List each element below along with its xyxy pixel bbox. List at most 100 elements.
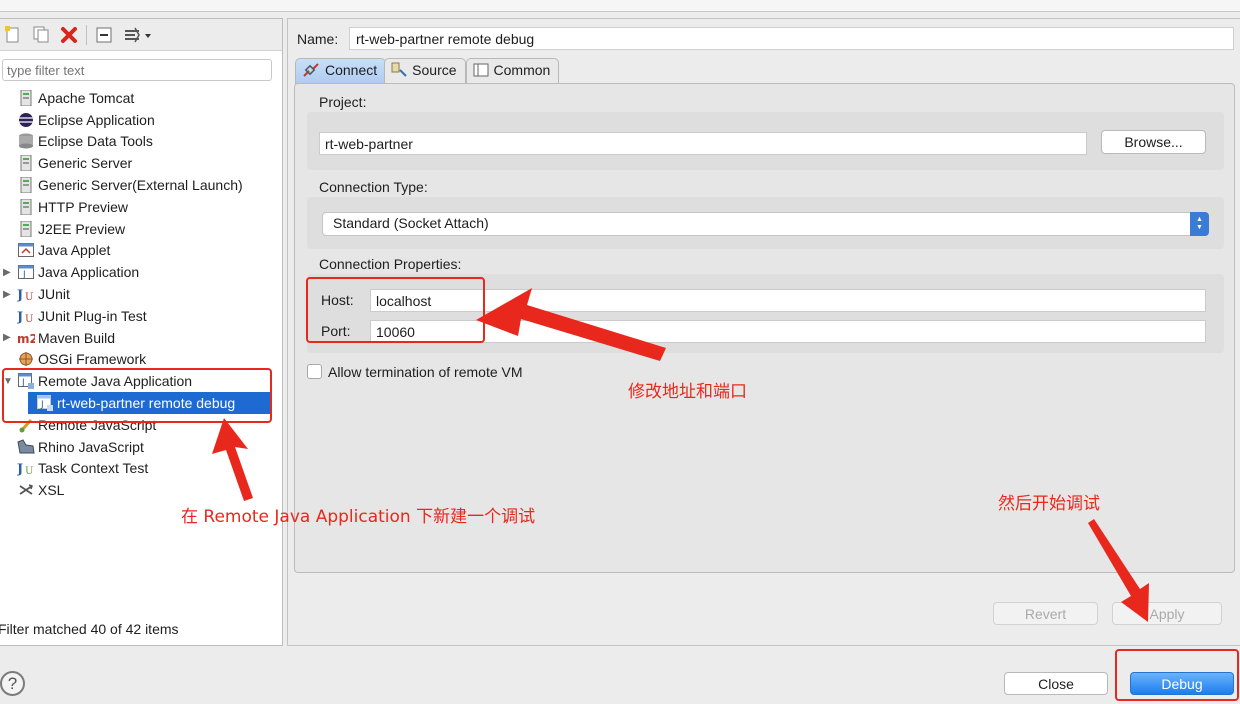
tree-item-label: Eclipse Data Tools <box>38 133 153 150</box>
browse-button[interactable]: Browse... <box>1101 130 1206 154</box>
tree-item-java-application[interactable]: ▶ J Java Application <box>0 261 282 283</box>
tree-item-label: Rhino JavaScript <box>38 438 144 455</box>
port-input[interactable] <box>370 320 1206 343</box>
server-icon <box>17 177 35 194</box>
tree-item-label: Maven Build <box>38 329 116 346</box>
applet-icon <box>17 242 35 258</box>
tab-connect[interactable]: Connect <box>295 58 387 84</box>
host-input[interactable] <box>370 289 1206 312</box>
expand-arrow-icon[interactable]: ▶ <box>3 332 13 343</box>
revert-button[interactable]: Revert <box>993 602 1098 625</box>
tree-item-eclipse-application[interactable]: Eclipse Application <box>0 109 282 131</box>
config-tabs: Connect Source Common <box>295 58 560 84</box>
tab-label: Common <box>493 62 551 78</box>
expand-arrow-icon[interactable]: ▶ <box>3 267 13 278</box>
duplicate-icon[interactable] <box>30 24 52 46</box>
junit-icon: JU <box>17 286 35 302</box>
junit-plugin-icon: JU <box>17 308 35 324</box>
tree-item-label: JUnit Plug-in Test <box>38 307 147 324</box>
project-group: Browse... <box>307 112 1224 170</box>
annotation-box-tree <box>2 368 272 423</box>
tree-item-label: Java Applet <box>38 242 111 259</box>
apply-button[interactable]: Apply <box>1112 602 1222 625</box>
window-top-strip <box>0 0 1240 12</box>
tree-item-label: Eclipse Application <box>38 111 155 128</box>
connect-icon <box>302 62 320 81</box>
tree-item-generic-server-external[interactable]: Generic Server(External Launch) <box>0 174 282 196</box>
svg-text:J: J <box>17 310 23 324</box>
allow-termination-label: Allow termination of remote VM <box>328 364 523 380</box>
osgi-icon <box>17 351 35 367</box>
annotation-create-under-remote: 在 Remote Java Application 下新建一个调试 <box>181 507 536 527</box>
tree-item-label: HTTP Preview <box>38 198 128 215</box>
svg-text:U: U <box>25 292 33 302</box>
annotation-modify-host-port: 修改地址和端口 <box>628 382 747 402</box>
name-input[interactable] <box>349 27 1234 50</box>
task-icon: JU <box>17 460 35 476</box>
tree-item-junit-plugin-test[interactable]: JU JUnit Plug-in Test <box>0 305 282 327</box>
allow-termination-checkbox[interactable] <box>307 364 322 379</box>
chevron-updown-icon: ▲ ▼ <box>1190 212 1209 236</box>
tree-item-label: OSGi Framework <box>38 351 147 368</box>
tree-item-junit[interactable]: ▶ JU JUnit <box>0 283 282 305</box>
config-tree: Apache Tomcat Eclipse Application Eclips… <box>0 87 282 501</box>
tree-item-label: Java Application <box>38 264 140 281</box>
config-type-panel: Apache Tomcat Eclipse Application Eclips… <box>0 18 283 646</box>
tree-item-j2ee-preview[interactable]: J2EE Preview <box>0 218 282 240</box>
connection-properties-label: Connection Properties: <box>319 256 462 272</box>
tree-item-label: J2EE Preview <box>38 220 126 237</box>
svg-text:m2: m2 <box>17 332 35 345</box>
xsl-icon <box>17 482 35 498</box>
server-icon <box>17 89 35 106</box>
svg-text:U: U <box>25 466 33 476</box>
tree-item-eclipse-data-tools[interactable]: Eclipse Data Tools <box>0 131 282 153</box>
connection-type-select[interactable]: Standard (Socket Attach) ▲ ▼ <box>322 212 1209 236</box>
annotation-box-debug <box>1115 649 1239 701</box>
svg-text:J: J <box>17 462 23 476</box>
filter-input[interactable] <box>2 59 272 81</box>
tree-item-label: Apache Tomcat <box>38 89 135 106</box>
tree-item-maven-build[interactable]: ▶ m2 Maven Build <box>0 327 282 349</box>
tree-item-http-preview[interactable]: HTTP Preview <box>0 196 282 218</box>
filter-status: Filter matched 40 of 42 items <box>0 621 179 637</box>
server-icon <box>17 155 35 172</box>
tree-item-apache-tomcat[interactable]: Apache Tomcat <box>0 87 282 109</box>
filter-icon[interactable] <box>121 24 155 46</box>
tree-item-label: Task Context Test <box>38 460 149 477</box>
eclipse-icon <box>17 112 35 128</box>
tree-item-task-context-test[interactable]: JU Task Context Test <box>0 458 282 480</box>
tree-item-label: XSL <box>38 482 65 499</box>
tree-item-label: Generic Server(External Launch) <box>38 177 243 194</box>
tab-common[interactable]: Common <box>465 58 560 84</box>
tree-item-generic-server[interactable]: Generic Server <box>0 152 282 174</box>
tab-label: Connect <box>325 62 378 78</box>
collapse-all-icon[interactable] <box>93 24 115 46</box>
connection-type-group: Standard (Socket Attach) ▲ ▼ <box>307 197 1224 249</box>
java-app-icon: J <box>17 264 35 280</box>
tree-item-java-applet[interactable]: Java Applet <box>0 240 282 262</box>
close-button[interactable]: Close <box>1004 672 1108 695</box>
tree-item-label: JUnit <box>38 286 70 303</box>
config-toolbar <box>0 19 282 51</box>
tree-item-label: Generic Server <box>38 155 133 172</box>
connection-type-label: Connection Type: <box>319 179 428 195</box>
tab-label: Source <box>412 62 457 78</box>
server-icon <box>17 220 35 237</box>
svg-text:J: J <box>17 288 23 302</box>
common-icon <box>473 62 489 81</box>
database-icon <box>17 133 35 149</box>
toolbar-divider <box>86 24 87 45</box>
tab-source[interactable]: Source <box>384 58 466 84</box>
project-input[interactable] <box>319 132 1087 155</box>
svg-text:U: U <box>25 314 33 324</box>
tree-item-xsl[interactable]: XSL <box>0 479 282 501</box>
help-icon[interactable]: ? <box>0 671 25 696</box>
expand-arrow-icon[interactable]: ▶ <box>3 289 13 300</box>
annotation-then-start-debug: 然后开始调试 <box>998 494 1100 514</box>
svg-text:J: J <box>22 270 26 279</box>
delete-icon[interactable] <box>58 24 80 46</box>
rhino-icon <box>17 439 35 455</box>
tree-item-rhino-javascript[interactable]: Rhino JavaScript <box>0 436 282 458</box>
maven-icon: m2 <box>17 330 35 346</box>
new-config-icon[interactable] <box>2 24 24 46</box>
